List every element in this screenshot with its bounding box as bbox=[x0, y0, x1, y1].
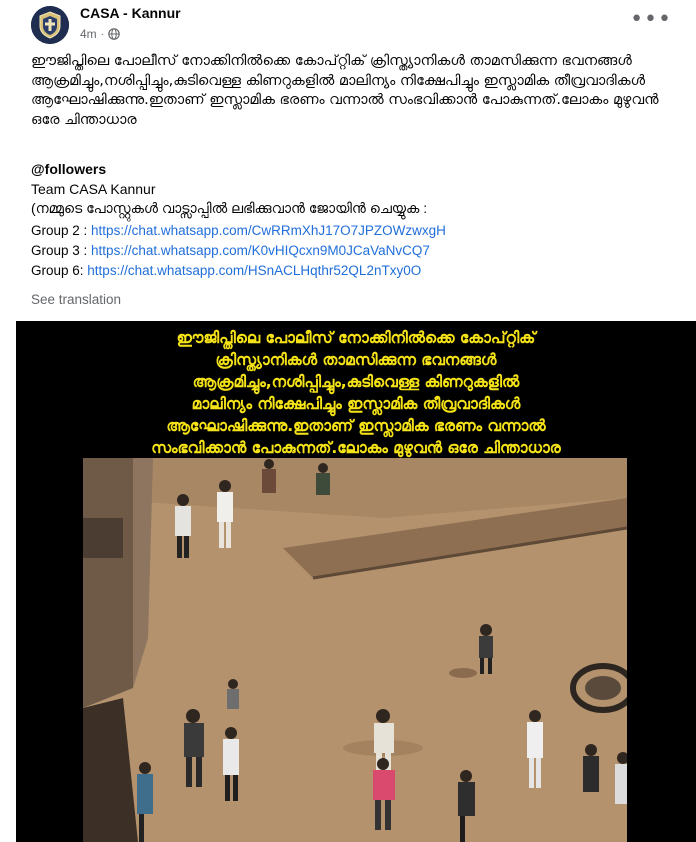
post-meta: 4m · bbox=[80, 27, 120, 41]
see-translation-link[interactable]: See translation bbox=[31, 292, 121, 307]
separator-dot: · bbox=[100, 28, 105, 40]
page-avatar[interactable] bbox=[31, 6, 69, 44]
group-link-row: Group 6: https://chat.whatsapp.com/HSnAC… bbox=[31, 261, 671, 281]
group-label: Group 2 : bbox=[31, 223, 88, 238]
group-label: Group 6: bbox=[31, 263, 84, 278]
group-link-row: Group 2 : https://chat.whatsapp.com/CwRR… bbox=[31, 221, 671, 241]
post-tags: @followers Team CASA Kannur (നമ്മുടെ പോസ… bbox=[31, 160, 671, 219]
facebook-post: CASA - Kannur 4m · ••• ഈജിപ്തിലെ പോലീസ് … bbox=[0, 0, 696, 842]
team-name: Team CASA Kannur bbox=[31, 180, 156, 197]
video-caption: ഈജിപ്തിലെ പോലീസ് നോക്കിനിൽക്കെ കോപ്റ്റിക… bbox=[151, 329, 561, 457]
group-link-row: Group 3 : https://chat.whatsapp.com/K0vH… bbox=[31, 241, 671, 261]
whatsapp-link[interactable]: https://chat.whatsapp.com/K0vHIQcxn9M0JC… bbox=[91, 243, 430, 258]
casa-logo-icon bbox=[31, 6, 69, 44]
group-label: Group 3 : bbox=[31, 243, 88, 258]
post-body-text: ഈജിപ്തിലെ പോലീസ് നോക്കിനിൽക്കെ കോപ്റ്റിക… bbox=[31, 53, 664, 128]
page-name[interactable]: CASA - Kannur bbox=[80, 5, 181, 21]
video-frame[interactable] bbox=[83, 458, 627, 842]
group-links: Group 2 : https://chat.whatsapp.com/CwRR… bbox=[31, 221, 671, 281]
globe-icon[interactable] bbox=[108, 28, 120, 40]
post-video[interactable]: ഈജിപ്തിലെ പോലീസ് നോക്കിനിൽക്കെ കോപ്റ്റിക… bbox=[16, 321, 696, 842]
video-scene-image bbox=[83, 458, 627, 842]
followers-mention[interactable]: @followers bbox=[31, 160, 671, 180]
join-note: (നമ്മുടെ പോസ്റ്റുകൾ വാട്സാപ്പിൽ ലഭിക്കുവ… bbox=[31, 200, 428, 216]
whatsapp-link[interactable]: https://chat.whatsapp.com/CwRRmXhJ17O7JP… bbox=[91, 223, 446, 238]
more-horizontal-icon[interactable]: ••• bbox=[630, 9, 672, 31]
post-timestamp[interactable]: 4m bbox=[80, 27, 97, 41]
whatsapp-link[interactable]: https://chat.whatsapp.com/HSnACLHqthr52Q… bbox=[87, 263, 421, 278]
